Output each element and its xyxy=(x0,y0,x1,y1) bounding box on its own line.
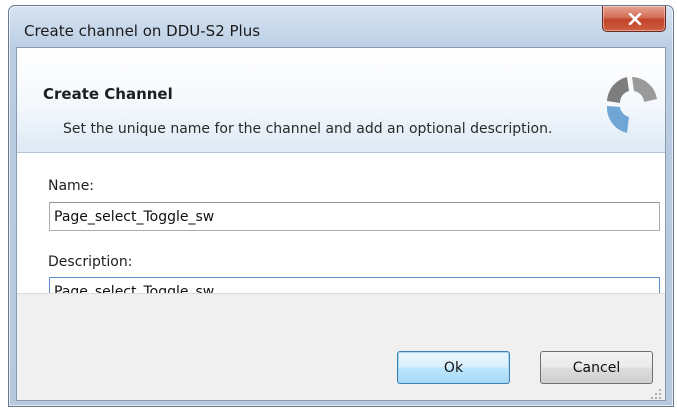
close-button[interactable] xyxy=(602,6,666,32)
name-label: Name: xyxy=(48,178,95,194)
title-bar[interactable]: Create channel on DDU-S2 Plus xyxy=(9,6,673,50)
cancel-button[interactable]: Cancel xyxy=(540,351,653,384)
dialog-header: Create Channel Set the unique name for t… xyxy=(17,48,665,153)
close-x-icon xyxy=(628,13,642,25)
dialog-content: Create Channel Set the unique name for t… xyxy=(16,47,666,401)
name-field[interactable] xyxy=(49,202,660,231)
form-area: Name: Description: xyxy=(17,153,665,293)
window-title: Create channel on DDU-S2 Plus xyxy=(24,22,261,40)
button-bar: Ok Cancel xyxy=(17,293,665,400)
dialog-window: Create channel on DDU-S2 Plus Create Cha… xyxy=(8,5,674,407)
description-label: Description: xyxy=(48,254,133,270)
header-subtitle: Set the unique name for the channel and … xyxy=(63,121,553,137)
app-logo-icon xyxy=(606,77,657,133)
header-title: Create Channel xyxy=(43,85,173,103)
ok-button[interactable]: Ok xyxy=(397,351,510,384)
resize-grip-icon[interactable] xyxy=(650,388,662,400)
